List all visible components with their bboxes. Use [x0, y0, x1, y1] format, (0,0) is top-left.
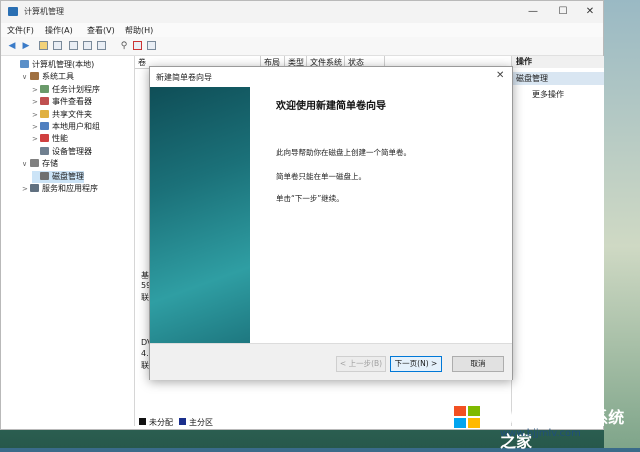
wizard-text-1: 此向导帮助你在磁盘上创建一个简单卷。 — [276, 148, 411, 157]
wizard-text-3: 单击“下一步”继续。 — [276, 194, 344, 203]
menu-bar: 文件(F) 操作(A) 查看(V) 帮助(H) — [1, 23, 603, 37]
show-tree-icon[interactable] — [53, 41, 62, 50]
tree-node-icon — [30, 184, 39, 192]
tree-item-label: 服务和应用程序 — [42, 184, 98, 193]
tree-expand-icon[interactable]: > — [32, 86, 40, 94]
tree-node-icon — [40, 97, 49, 106]
more-actions-link[interactable]: 更多操作 — [532, 89, 564, 100]
wizard-text-2: 简单卷只能在单一磁盘上。 — [276, 172, 366, 181]
help-icon[interactable] — [83, 41, 92, 50]
wizard-title: 新建简单卷向导 — [156, 73, 212, 82]
title-bar: 计算机管理 — ☐ ✕ — [1, 1, 603, 23]
minimize-button[interactable]: — — [519, 4, 547, 20]
maximize-button[interactable]: ☐ — [549, 4, 577, 20]
wizard-side-banner — [150, 87, 250, 360]
tree-node-icon — [30, 159, 39, 168]
tree-item[interactable]: 设备管理器 — [32, 146, 92, 158]
tree-item[interactable]: 磁盘管理 — [32, 170, 84, 183]
tree-item-label: 系统工具 — [42, 72, 74, 82]
tree-item-label: 本地用户和组 — [52, 122, 100, 131]
tree-item-label: 共享文件夹 — [52, 109, 92, 119]
tree-item-label: 磁盘管理 — [52, 171, 84, 181]
tree-item[interactable]: > 本地用户和组 — [32, 121, 100, 133]
next-button[interactable]: 下一页(N) > — [390, 356, 442, 372]
tree-item-label: 存储 — [42, 159, 58, 169]
actions-disk-management[interactable]: 磁盘管理 — [512, 72, 604, 85]
tree-node-icon — [40, 84, 49, 93]
wizard-close-icon[interactable]: ✕ — [496, 70, 504, 81]
menu-help[interactable]: 帮助(H) — [125, 25, 153, 36]
tree-node-icon — [40, 122, 49, 130]
export-list-icon[interactable] — [97, 41, 106, 50]
tree-item[interactable]: ∨ 存储 — [22, 158, 58, 170]
tree-expand-icon[interactable]: ∨ — [22, 73, 30, 81]
cancel-button[interactable]: 取消 — [452, 356, 504, 372]
tree-expand-icon[interactable]: > — [32, 111, 40, 119]
tree-expand-icon[interactable]: > — [32, 123, 40, 131]
menu-view[interactable]: 查看(V) — [87, 25, 115, 36]
tree-item[interactable]: > 服务和应用程序 — [22, 183, 98, 195]
tree-expand-icon[interactable]: > — [32, 98, 40, 106]
folder-up-icon[interactable] — [39, 41, 48, 50]
tree-item[interactable]: ∨ 系统工具 — [22, 71, 74, 83]
forward-arrow-icon[interactable]: ▶ — [21, 41, 31, 51]
check-icon[interactable] — [133, 41, 142, 50]
toolbar: ◀ ▶ ⚲ — [1, 37, 603, 56]
tree-node-icon — [30, 72, 39, 81]
tree-item-label: 性能 — [52, 134, 68, 144]
watermark-url: www.bjjmlv.com — [500, 428, 581, 439]
legend-primary-swatch — [179, 418, 186, 425]
tree-item-label: 计算机管理(本地) — [32, 60, 95, 69]
tree-item[interactable]: > 任务计划程序 — [32, 84, 100, 96]
back-arrow-icon[interactable]: ◀ — [7, 41, 17, 51]
tree-expand-icon[interactable]: > — [32, 135, 40, 143]
tree-item[interactable]: > 共享文件夹 — [32, 109, 92, 121]
wizard-heading: 欢迎使用新建简单卷向导 — [276, 101, 386, 112]
legend-unallocated-swatch — [139, 418, 146, 425]
legend-primary-label: 主分区 — [189, 418, 213, 427]
tree-node-icon — [40, 146, 49, 155]
menu-action[interactable]: 操作(A) — [45, 25, 73, 36]
navigation-tree: 计算机管理(本地) ∨ 系统工具 > 任务计划程序 > 事件查看器 > 共享文件夹 > 本地用户和组… — [12, 56, 135, 426]
tree-item[interactable]: > 事件查看器 — [32, 96, 92, 108]
computer-management-icon — [8, 7, 18, 16]
tree-item[interactable]: > 性能 — [32, 133, 68, 145]
windows-logo-icon — [442, 406, 492, 429]
wizard-footer: < 上一步(B) 下一页(N) > 取消 — [150, 343, 512, 380]
tree-item-label: 任务计划程序 — [52, 84, 100, 94]
tree-item-label: 设备管理器 — [52, 146, 92, 156]
actions-header: 操作 — [512, 56, 604, 68]
connect-icon[interactable]: ⚲ — [119, 41, 129, 51]
window-title: 计算机管理 — [24, 7, 64, 16]
actions-pane: 操作 磁盘管理 更多操作 — [511, 56, 604, 426]
tree-node-icon — [40, 171, 49, 180]
new-simple-volume-wizard: 新建简单卷向导 ✕ 欢迎使用新建简单卷向导 此向导帮助你在磁盘上创建一个简单卷。… — [149, 66, 513, 380]
tree-expand-icon[interactable]: > — [22, 185, 30, 193]
tree-item-label: 事件查看器 — [52, 97, 92, 107]
desktop-wallpaper-edge — [604, 0, 640, 448]
settings-icon[interactable] — [147, 41, 156, 50]
tree-item[interactable]: 计算机管理(本地) — [12, 59, 94, 71]
tree-node-icon — [20, 60, 29, 68]
tree-node-icon — [40, 109, 49, 118]
close-button[interactable]: ✕ — [576, 4, 604, 20]
tree-expand-icon[interactable]: ∨ — [22, 160, 30, 168]
tree-node-icon — [40, 134, 49, 143]
watermark-brand: Windows — [500, 408, 587, 428]
back-button[interactable]: < 上一步(B) — [336, 356, 386, 372]
legend-unallocated-label: 未分配 — [149, 418, 173, 427]
menu-file[interactable]: 文件(F) — [7, 25, 34, 36]
properties-icon[interactable] — [69, 41, 78, 50]
